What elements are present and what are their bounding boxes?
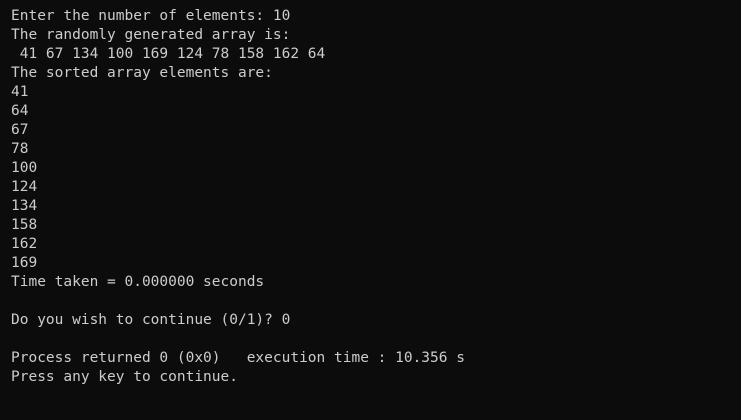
sorted-value: 169 bbox=[11, 255, 38, 271]
sorted-value: 64 bbox=[11, 103, 29, 119]
press-any-key-line: Press any key to continue. bbox=[11, 369, 238, 385]
sorted-value: 67 bbox=[11, 122, 29, 138]
random-array-values: 41 67 134 100 169 124 78 158 162 64 bbox=[11, 46, 326, 62]
sorted-value: 100 bbox=[11, 160, 38, 176]
process-returned-line: Process returned 0 (0x0) execution time … bbox=[11, 350, 465, 366]
time-taken-line: Time taken = 0.000000 seconds bbox=[11, 274, 265, 290]
sorted-value: 41 bbox=[11, 84, 29, 100]
continue-prompt: Do you wish to continue (0/1)? 0 bbox=[11, 312, 291, 328]
sorted-value: 124 bbox=[11, 179, 38, 195]
sorted-value: 78 bbox=[11, 141, 29, 157]
sorted-value: 134 bbox=[11, 198, 38, 214]
sorted-value: 162 bbox=[11, 236, 38, 252]
random-array-heading: The randomly generated array is: bbox=[11, 27, 291, 43]
prompt-element-count: Enter the number of elements: 10 bbox=[11, 8, 291, 24]
sorted-value: 158 bbox=[11, 217, 38, 233]
sorted-array-heading: The sorted array elements are: bbox=[11, 65, 273, 81]
console-window[interactable]: Enter the number of elements: 10 The ran… bbox=[0, 0, 741, 420]
